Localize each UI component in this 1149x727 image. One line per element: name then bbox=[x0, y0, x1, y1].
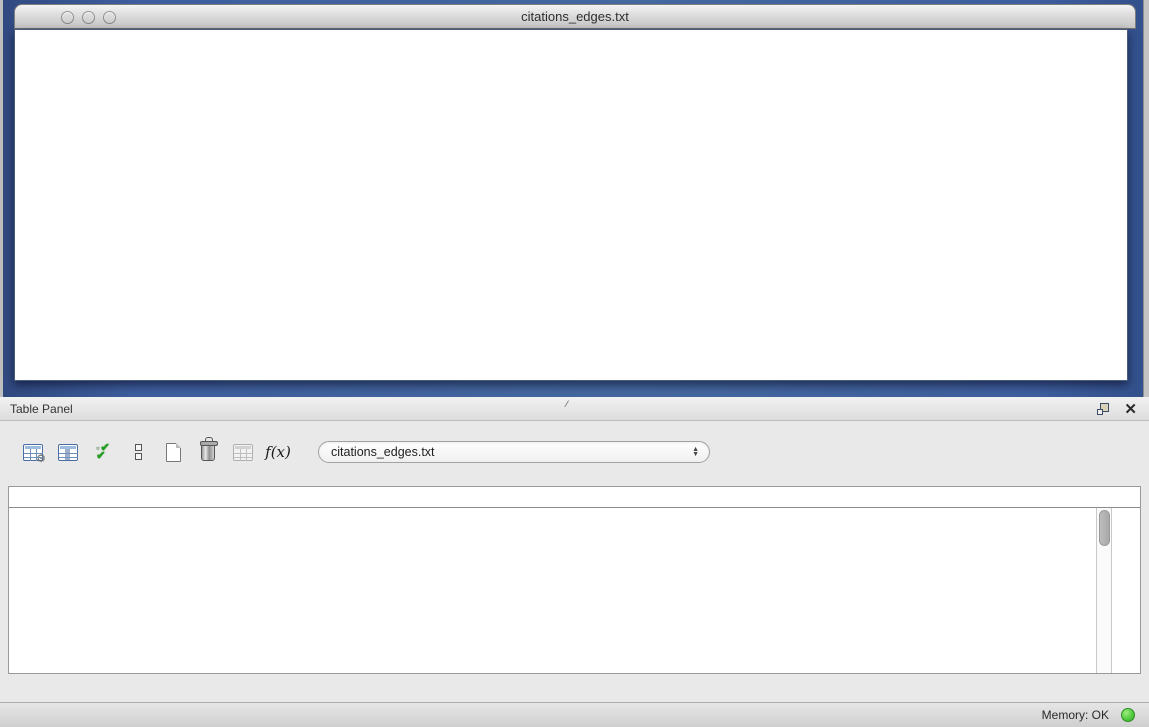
scrollbar-thumb[interactable] bbox=[1099, 510, 1110, 546]
select-columns-icon[interactable]: ✔✔ bbox=[90, 440, 116, 464]
float-window-icon[interactable] bbox=[1097, 403, 1110, 416]
table-mode-icon[interactable]: ⚙ bbox=[20, 440, 46, 464]
memory-status-label: Memory: OK bbox=[1042, 708, 1109, 722]
node-table bbox=[8, 486, 1141, 674]
window-title: citations_edges.txt bbox=[15, 9, 1135, 24]
app-right-edge bbox=[1143, 0, 1149, 397]
close-window-icon[interactable] bbox=[61, 11, 74, 24]
minimize-window-icon[interactable] bbox=[82, 11, 95, 24]
combo-stepper-icon: ▲▼ bbox=[692, 447, 709, 457]
create-column-icon[interactable] bbox=[160, 440, 186, 464]
table-scrollbar[interactable] bbox=[1096, 508, 1112, 674]
network-window-titlebar[interactable]: citations_edges.txt bbox=[14, 4, 1136, 29]
citation-network-graph[interactable] bbox=[15, 30, 1129, 382]
divider-grip-icon[interactable]: ⁄⁄ bbox=[566, 399, 567, 409]
row-height-icon[interactable] bbox=[125, 440, 151, 464]
table-selector-dropdown[interactable]: citations_edges.txt ▲▼ bbox=[318, 441, 710, 463]
table-selector-value: citations_edges.txt bbox=[319, 445, 692, 459]
table-panel: Table Panel ⁄⁄ ✕ ⚙ ✔✔ f(x) citations_edg… bbox=[0, 397, 1149, 702]
gear-icon: ⚙ bbox=[36, 452, 46, 465]
table-panel-header[interactable]: Table Panel ⁄⁄ ✕ bbox=[0, 397, 1149, 421]
show-columns-icon[interactable] bbox=[55, 440, 81, 464]
network-view-canvas[interactable] bbox=[14, 29, 1128, 381]
status-bar: Memory: OK bbox=[0, 702, 1149, 727]
close-icon[interactable]: ✕ bbox=[1124, 402, 1137, 417]
table-header-row bbox=[9, 487, 1140, 508]
function-builder-icon[interactable]: f(x) bbox=[265, 440, 291, 464]
delete-column-icon[interactable] bbox=[195, 440, 221, 464]
network-desktop: citations_edges.txt bbox=[0, 0, 1149, 397]
memory-ok-indicator bbox=[1121, 708, 1135, 722]
import-table-icon[interactable] bbox=[230, 440, 256, 464]
table-panel-title: Table Panel bbox=[0, 402, 73, 416]
app-left-edge bbox=[0, 0, 3, 397]
table-toolbar: ⚙ ✔✔ f(x) citations_edges.txt ▲▼ bbox=[0, 421, 1149, 483]
window-controls bbox=[61, 11, 116, 24]
zoom-window-icon[interactable] bbox=[103, 11, 116, 24]
cytoscape-app: citations_edges.txt Table Panel ⁄⁄ ✕ ⚙ ✔… bbox=[0, 0, 1149, 727]
